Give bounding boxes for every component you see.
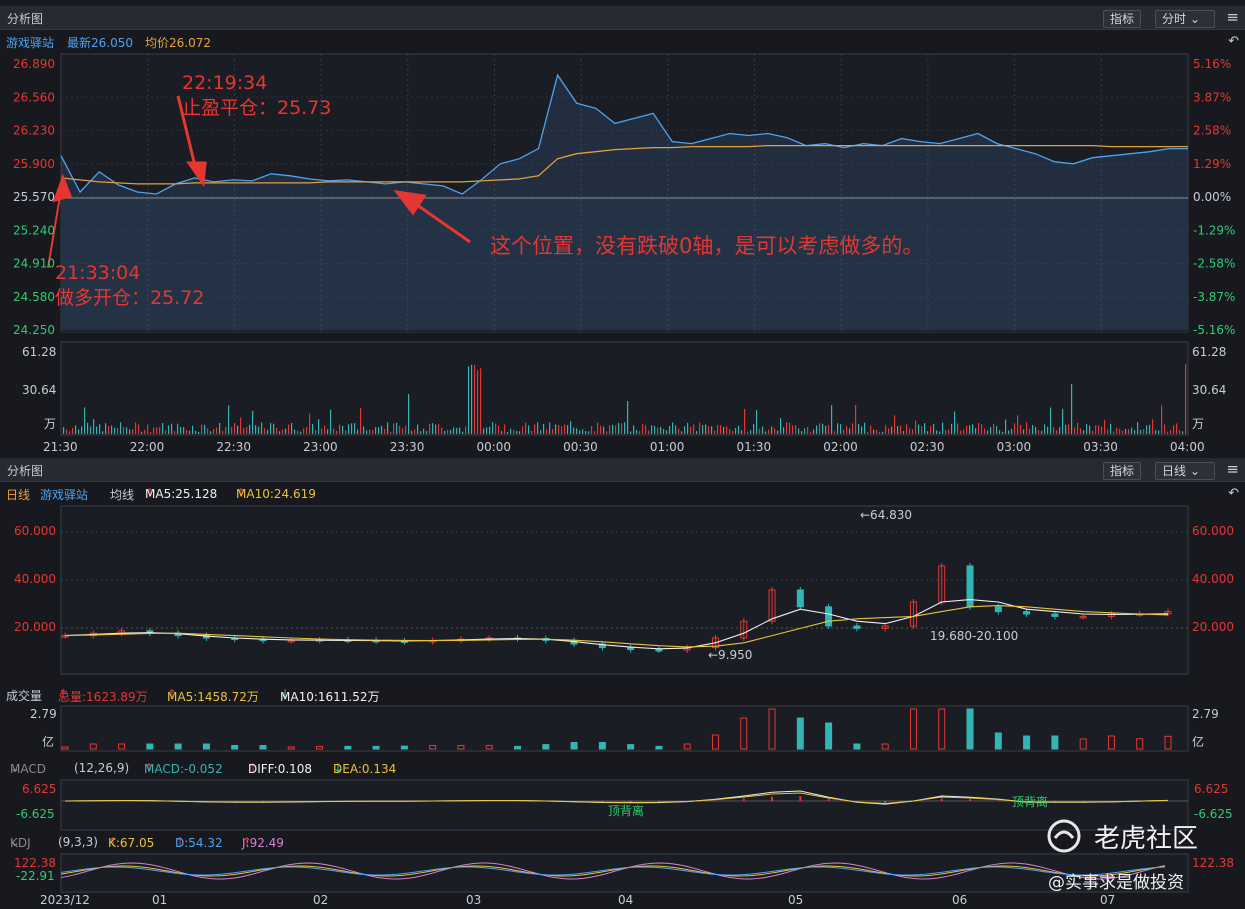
kdj-axis-left-bottom: -22.91	[16, 869, 55, 883]
volume-bar	[994, 732, 1002, 750]
macd-tag-1: 顶背离	[608, 804, 645, 818]
vol-axis-left-unit: 亿	[42, 735, 55, 749]
volume-ma10: MA10:1611.52万 ↓	[280, 687, 380, 704]
date-axis-label: 06	[952, 893, 967, 907]
volume-bar	[655, 745, 663, 750]
dea-value: DEA:0.134 ↓	[333, 761, 397, 776]
kdj-params: (9,3,3)	[58, 835, 98, 849]
volume-total: 总量:1623.89万 ↑	[58, 687, 148, 704]
price-axis-right-40: 40.000	[1192, 572, 1234, 586]
volume-bar	[627, 744, 635, 750]
volume-ma5: MA5:1458.72万 ↑	[167, 687, 259, 704]
j-value: J:92.49 ↑	[242, 835, 284, 850]
candle	[655, 649, 663, 652]
volume-bar	[825, 722, 833, 750]
date-axis-label: 03	[466, 893, 481, 907]
kdj-axis-right-top: 122.38	[1192, 856, 1234, 870]
volume-bar	[796, 717, 804, 750]
kdj-title[interactable]: KDJ ⌄	[10, 835, 31, 850]
candle	[796, 589, 804, 608]
volume-bar	[514, 745, 522, 750]
volume-bar	[400, 745, 408, 750]
volume-bar	[174, 743, 182, 750]
volume-info-row: 成交量 总量:1623.89万 ↑ MA5:1458.72万 ↑ MA10:1611…	[0, 686, 1245, 705]
low-label: ←9.950	[708, 648, 753, 662]
d-value: D:54.32 ↑	[175, 835, 223, 850]
vol-axis-right-top: 2.79	[1192, 707, 1219, 721]
volume-bar	[231, 745, 239, 750]
macd-axis-right-top: 6.625	[1194, 782, 1229, 796]
candle	[1051, 613, 1059, 617]
candle	[627, 647, 635, 651]
macd-params: (12,26,9)	[74, 761, 130, 775]
date-axis-label: 04	[618, 893, 633, 907]
range-label: 19.680-20.100	[930, 629, 1019, 643]
volume-bar	[259, 745, 267, 750]
macd-axis-right-bottom: -6.625	[1194, 807, 1233, 821]
price-axis-right-60: 60.000	[1192, 524, 1234, 538]
candle	[825, 606, 833, 627]
volume-bar	[542, 744, 550, 750]
date-axis-label: 01	[152, 893, 167, 907]
volume-title: 成交量	[6, 689, 43, 703]
price-axis-left-60: 60.000	[14, 524, 56, 538]
macd-axis-left-top: 6.625	[22, 782, 57, 796]
date-axis-label: 02	[313, 893, 328, 907]
volume-bar	[372, 745, 380, 750]
volume-bar	[202, 743, 210, 750]
volume-bar	[146, 743, 154, 750]
macd-axis-left-bottom: -6.625	[16, 807, 55, 821]
volume-bar	[570, 742, 578, 750]
tiger-logo-icon	[1047, 819, 1081, 853]
k-value: K:67.05 ↑	[108, 835, 155, 850]
volume-bar	[598, 742, 606, 750]
vol-axis-right-unit: 亿	[1192, 735, 1205, 749]
diff-value: DIFF:0.108 ↑	[248, 761, 313, 776]
vol-axis-left-top: 2.79	[30, 707, 57, 721]
macd-tag-2: 顶背离	[1012, 795, 1049, 809]
volume-bar	[1051, 735, 1059, 750]
candle	[853, 625, 861, 629]
macd-title[interactable]: MACD ⌄	[10, 761, 46, 776]
date-axis-label: 05	[788, 893, 803, 907]
volume-bar	[344, 745, 352, 750]
candle	[994, 606, 1002, 613]
kdj-axis-left-top: 122.38	[14, 856, 56, 870]
price-axis-left-20: 20.000	[14, 620, 56, 634]
high-label: ←64.830	[860, 508, 913, 522]
date-axis-label: 2023/12	[40, 893, 90, 907]
macd-value: MACD:-0.052 ↑	[144, 761, 223, 776]
date-axis-label: 07	[1100, 893, 1115, 907]
volume-bar	[1023, 735, 1031, 750]
price-axis-right-20: 20.000	[1192, 620, 1234, 634]
volume-bar	[853, 743, 861, 750]
volume-bar	[966, 708, 974, 750]
price-axis-left-40: 40.000	[14, 572, 56, 586]
macd-info-row: MACD ⌄ (12,26,9) MACD:-0.052 ↑ DIFF:0.108…	[0, 760, 1245, 779]
candle	[1023, 611, 1031, 615]
candle	[966, 565, 974, 608]
